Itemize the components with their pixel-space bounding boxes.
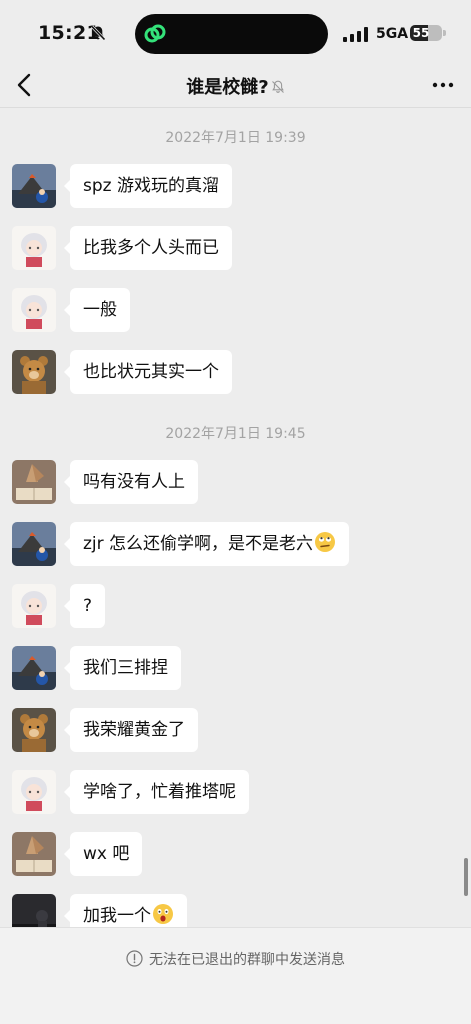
disabled-notice-text: 无法在已退出的群聊中发送消息 [149, 952, 345, 968]
message-text: 学啥了，忙着推塔呢 [83, 782, 236, 802]
link-rings-icon [144, 24, 166, 43]
dark-avatar[interactable] [12, 894, 56, 927]
battery-tip [443, 30, 446, 36]
message-bubble[interactable]: 比我多个人头而已 [64, 226, 232, 270]
message-bubble[interactable]: zjr 怎么还偷学啊，是不是老六 [63, 522, 350, 566]
more-options-icon[interactable] [431, 76, 455, 94]
chat-title-text: 谁是校雠? [186, 77, 269, 98]
message-text: spz 游戏玩的真溜 [83, 176, 219, 196]
message-text: 加我一个 [83, 906, 151, 926]
battery-percent: 55 [412, 26, 430, 40]
network-type: 5GA [376, 26, 409, 42]
disabled-notice: 无法在已退出的群聊中发送消息 [0, 949, 471, 969]
message-bubble[interactable]: 我们三排捏 [64, 646, 181, 690]
message-bubble[interactable]: 学啥了，忙着推塔呢 [64, 770, 249, 814]
anime-girl-avatar[interactable] [12, 770, 56, 814]
cellular-signal-icon [343, 27, 368, 42]
info-icon [126, 950, 143, 967]
dynamic-island [135, 14, 328, 54]
message-text: 也比状元其实一个 [83, 362, 219, 382]
chat-header: 谁是校雠? [0, 62, 471, 108]
dog-book-avatar[interactable] [12, 832, 56, 876]
timestamp: 2022年7月1日 19:39 [165, 130, 306, 146]
scrollbar[interactable] [464, 858, 468, 896]
message-bubble[interactable]: wx 吧 [63, 832, 143, 876]
timestamp: 2022年7月1日 19:45 [165, 426, 306, 442]
bear-avatar[interactable] [12, 350, 56, 394]
message-text: 我们三排捏 [83, 658, 168, 678]
volcano-avatar[interactable] [12, 164, 56, 208]
volcano-avatar[interactable] [12, 646, 56, 690]
volcano-avatar[interactable] [12, 522, 56, 566]
bear-avatar[interactable] [12, 708, 56, 752]
silent-bell-icon [91, 25, 105, 41]
status-bar: 15:21 5GA 55 [0, 0, 471, 62]
message-bubble[interactable]: 吗有没有人上 [64, 460, 198, 504]
message-bubble[interactable]: 一般 [64, 288, 130, 332]
input-disabled-bar: 无法在已退出的群聊中发送消息 [0, 927, 471, 1024]
shocked-emoji [153, 904, 173, 924]
anime-girl-avatar[interactable] [12, 584, 56, 628]
message-bubble[interactable]: 也比状元其实一个 [64, 350, 232, 394]
battery-icon: 55 [410, 25, 442, 41]
rolling-eyes-emoji [315, 532, 336, 552]
dog-book-avatar[interactable] [12, 460, 56, 504]
muted-bell-icon [271, 80, 284, 93]
message-text: zjr 怎么还偷学啊，是不是老六 [83, 534, 314, 554]
anime-girl-avatar[interactable] [12, 288, 56, 332]
message-text: ? [83, 596, 93, 616]
message-text: 吗有没有人上 [83, 472, 185, 492]
message-list[interactable]: 2022年7月1日 19:39 spz 游戏玩的真溜 比我多个人头而已 一般 也… [0, 109, 471, 927]
message-text: 我荣耀黄金了 [83, 720, 185, 740]
message-text: 比我多个人头而已 [83, 238, 219, 258]
anime-girl-avatar[interactable] [12, 226, 56, 270]
message-text: 一般 [83, 300, 117, 320]
message-bubble[interactable]: spz 游戏玩的真溜 [64, 164, 232, 208]
chat-title: 谁是校雠? [0, 73, 471, 99]
message-bubble[interactable]: ? [63, 584, 106, 628]
message-bubble[interactable]: 加我一个 [64, 894, 187, 927]
message-bubble[interactable]: 我荣耀黄金了 [64, 708, 198, 752]
message-text: wx 吧 [83, 844, 130, 864]
